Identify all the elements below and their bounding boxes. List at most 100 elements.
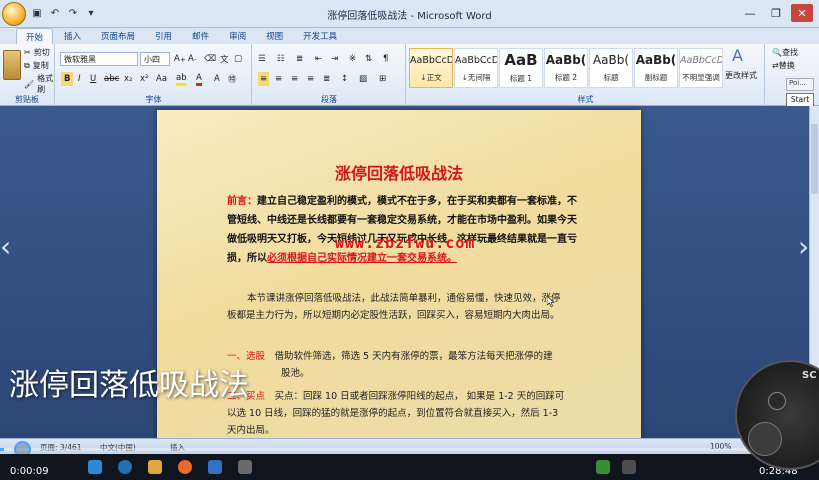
font-color-icon[interactable]: A: [196, 72, 202, 86]
shrink-font-icon[interactable]: A-: [188, 52, 196, 66]
watermark-text: www.zbzfwu.com: [335, 234, 476, 252]
borders-icon[interactable]: ⊞: [379, 72, 386, 86]
styles-label: 样式: [577, 95, 594, 104]
tray-icon[interactable]: [596, 460, 610, 474]
superscript-button[interactable]: x²: [140, 72, 148, 86]
multilevel-list-icon[interactable]: ≣: [296, 52, 303, 66]
cut-button[interactable]: ✂ 剪切: [24, 47, 50, 58]
video-progress-track[interactable]: [0, 448, 819, 451]
format-painter-button[interactable]: 🖌 格式刷: [24, 73, 54, 95]
enclose-char-icon[interactable]: ㊕: [228, 72, 237, 86]
char-border-icon[interactable]: ▢: [234, 52, 242, 66]
intro-prefix: 前言：: [227, 196, 257, 207]
find-button[interactable]: 🔍查找: [772, 47, 798, 58]
status-bar: 页面: 3/461 中文(中国) 插入 100%: [0, 438, 819, 454]
ie-icon[interactable]: [118, 460, 132, 474]
dial-label: SC: [802, 370, 817, 381]
paragraph-label: 段落: [321, 95, 337, 104]
styles-group: AaBbCcD ↓正文 AaBbCcD ↓无间隔 AaB 标题 1 AaBb( …: [407, 44, 765, 106]
tab-developer[interactable]: 开发工具: [294, 28, 346, 44]
tab-insert[interactable]: 插入: [55, 28, 90, 44]
tab-view[interactable]: 视图: [257, 28, 292, 44]
sort-icon[interactable]: ⇅: [365, 52, 372, 66]
line-spacing-icon[interactable]: ↕: [341, 72, 348, 86]
next-arrow-icon[interactable]: ›: [798, 230, 809, 263]
underline-button[interactable]: U: [90, 72, 96, 86]
tab-review[interactable]: 审阅: [220, 28, 255, 44]
body-paragraph-3: 二、买点 买点：回踩 10 日或者回踩涨停阳线的起点， 如果是 1-2 天的回踩…: [227, 391, 565, 436]
subscript-button[interactable]: x₂: [124, 72, 132, 86]
windows-start-icon[interactable]: [88, 460, 102, 474]
window-title: 涨停回落低吸战法 - Microsoft Word: [327, 11, 492, 22]
clipboard-group: ✂ 剪切 ⧉ 复制 🖌 格式刷 剪贴板: [0, 44, 55, 106]
change-case-icon[interactable]: Aa: [156, 72, 167, 86]
style-normal[interactable]: AaBbCcD ↓正文: [409, 48, 453, 88]
browser-icon[interactable]: [178, 460, 192, 474]
style-subtle-emphasis[interactable]: AaBbCcD 不明显强调: [679, 48, 723, 88]
ribbon: ✂ 剪切 ⧉ 复制 🖌 格式刷 剪贴板 微软雅黑 小四 A + A- ⌫ 文 ▢ B I…: [0, 44, 819, 106]
clear-format-icon[interactable]: ⌫: [204, 52, 216, 66]
body-paragraph-2: 一、选股 借助软件筛选，筛选 5 天内有涨停的票，最笨方法每天把涨停的建 股池。: [227, 351, 553, 379]
phonetic-icon[interactable]: 文: [220, 52, 229, 66]
font-label: 字体: [145, 95, 162, 104]
current-time: 0:00:09: [10, 466, 49, 477]
style-title[interactable]: AaBb( 标题: [589, 48, 633, 88]
minimize-button[interactable]: —: [739, 4, 761, 22]
clipboard-label: 剪贴板: [15, 95, 39, 104]
bold-button[interactable]: B: [61, 72, 74, 86]
prev-arrow-icon[interactable]: ‹: [0, 230, 11, 263]
style-heading-1[interactable]: AaB 标题 1: [499, 48, 543, 88]
change-styles-button[interactable]: 更改样式: [725, 70, 757, 81]
tab-references[interactable]: 引用: [146, 28, 181, 44]
align-right-icon[interactable]: ≡: [291, 72, 298, 86]
bullets-icon[interactable]: ☰: [258, 52, 266, 66]
font-size-combo[interactable]: 小四: [140, 52, 170, 66]
strikethrough-button[interactable]: abc: [104, 72, 119, 86]
window-controls: — ❐ ✕: [739, 4, 813, 22]
shading-icon[interactable]: ▧: [359, 72, 367, 86]
app-icon[interactable]: [238, 460, 252, 474]
paste-icon[interactable]: [3, 50, 21, 80]
char-shading-icon[interactable]: A: [214, 72, 220, 86]
tray-icon-2[interactable]: [622, 460, 636, 474]
italic-button[interactable]: I: [78, 72, 81, 86]
folder-icon[interactable]: [148, 460, 162, 474]
distributed-icon[interactable]: ≣: [323, 72, 330, 86]
replace-icon: ⇄: [772, 61, 779, 70]
grow-font-icon[interactable]: A +: [174, 52, 186, 66]
increase-indent-icon[interactable]: ⇥: [331, 52, 338, 66]
replace-button[interactable]: ⇄替换: [772, 60, 795, 71]
decrease-indent-icon[interactable]: ⇤: [315, 52, 322, 66]
maximize-button[interactable]: ❐: [765, 4, 787, 22]
justify-icon[interactable]: ≡: [307, 72, 314, 86]
change-styles-icon[interactable]: A: [732, 46, 743, 65]
style-subtitle[interactable]: AaBb( 副标题: [634, 48, 678, 88]
tab-mailings[interactable]: 邮件: [183, 28, 218, 44]
cursor-dial-button[interactable]: [748, 422, 782, 456]
chinese-layout-icon[interactable]: ※: [349, 52, 356, 66]
scrollbar-thumb[interactable]: [811, 124, 818, 194]
tab-home[interactable]: 开始: [16, 28, 54, 44]
body-paragraph-1: 本节课讲涨停回落低吸战法，此战法简单暴利，通俗易懂，快速见效，涨停板都是主力行为…: [227, 293, 561, 321]
record-icon[interactable]: [768, 392, 786, 410]
mouse-pointer-icon: [547, 296, 555, 307]
show-marks-icon[interactable]: ¶: [383, 52, 388, 66]
align-center-icon[interactable]: ≡: [275, 72, 282, 86]
close-button[interactable]: ✕: [791, 4, 813, 22]
intro-paragraph: 前言：建立自己稳定盈利的模式，模式不在于多，在于买和卖都有一套标准，不管短线、中…: [227, 192, 577, 268]
font-group: 微软雅黑 小四 A + A- ⌫ 文 ▢ B I U abc x₂ x² Aa a…: [56, 44, 252, 106]
find-icon: 🔍: [772, 48, 782, 57]
copy-button[interactable]: ⧉ 复制: [24, 60, 49, 71]
numbering-icon[interactable]: ☷: [277, 52, 285, 66]
start-tooltip: Start: [786, 93, 814, 107]
poi-tooltip: Poi...: [786, 78, 814, 91]
paragraph-group: ☰ ☷ ≣ ⇤ ⇥ ※ ⇅ ¶ ≡ ≡ ≡ ≡ ≣ ↕ ▧ ⊞ 段落: [253, 44, 406, 106]
tab-page-layout[interactable]: 页面布局: [92, 28, 144, 44]
scissors-icon: ✂: [24, 48, 31, 57]
style-no-spacing[interactable]: AaBbCcD ↓无间隔: [454, 48, 498, 88]
style-heading-2[interactable]: AaBb( 标题 2: [544, 48, 588, 88]
highlight-icon[interactable]: ab: [176, 72, 187, 86]
align-left-icon[interactable]: ≡: [258, 72, 270, 86]
font-name-combo[interactable]: 微软雅黑: [60, 52, 138, 66]
word-icon[interactable]: [208, 460, 222, 474]
